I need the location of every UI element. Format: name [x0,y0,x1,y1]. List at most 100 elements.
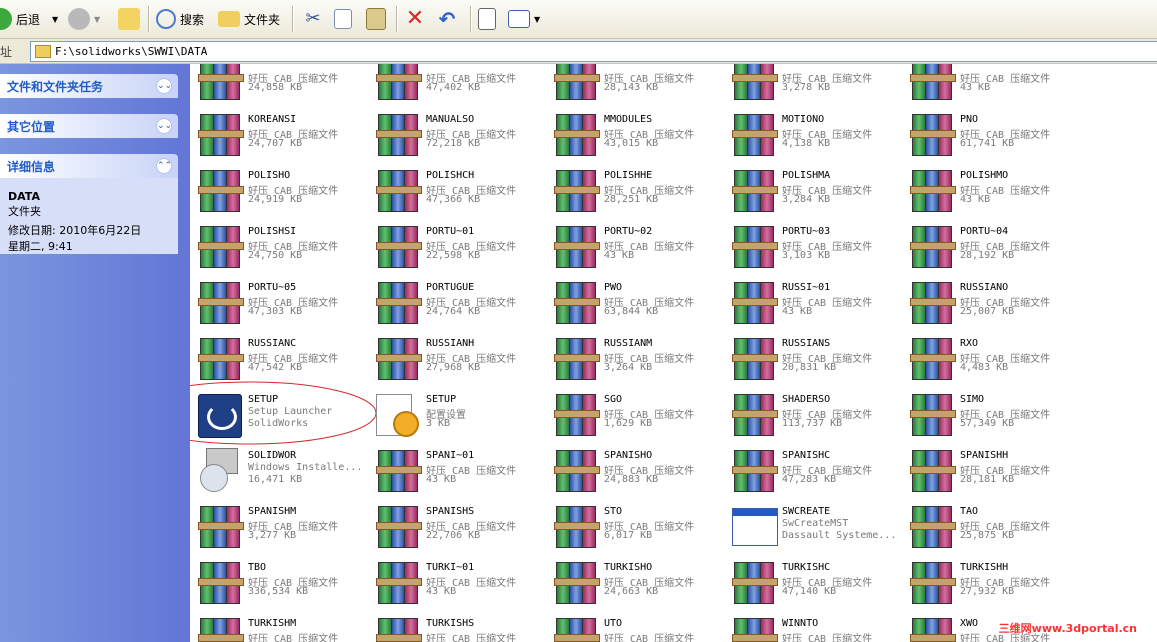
back-button[interactable]: 后退 ▼ [0,4,58,34]
separator [292,6,294,32]
file-type: Windows Installe... [248,462,363,473]
file-tile[interactable]: TURKISHM 好压 CAB 压缩文件 [190,612,368,642]
detail-time: 星期二, 9:41 [8,240,73,253]
file-tile[interactable]: 好压 CAB 压缩文件 24,858 KB [190,64,368,108]
search-icon [156,9,176,29]
file-size: 4,483 KB [960,362,1009,373]
file-tile[interactable]: SIMO 好压 CAB 压缩文件 57,349 KB [902,388,1080,444]
file-tile[interactable]: SHADERSO 好压 CAB 压缩文件 113,737 KB [724,388,902,444]
file-tile[interactable]: 好压 CAB 压缩文件 47,402 KB [368,64,546,108]
file-tile[interactable]: TURKISHS 好压 CAB 压缩文件 [368,612,546,642]
file-tile[interactable]: SPANISHM 好压 CAB 压缩文件 3,277 KB [190,500,368,556]
file-size: 24,883 KB [604,474,659,485]
file-tile[interactable]: POLISHMA 好压 CAB 压缩文件 3,284 KB [724,164,902,220]
file-type: SwCreateMST [782,518,849,529]
file-tile[interactable]: SWCREATE SwCreateMST Dassault Systeme... [724,500,902,556]
file-tile[interactable]: TURKISHC 好压 CAB 压缩文件 47,140 KB [724,556,902,612]
file-tile[interactable]: SPANISHS 好压 CAB 压缩文件 22,706 KB [368,500,546,556]
winrar-icon [732,64,778,102]
file-tile[interactable]: PORTU~03 好压 CAB 压缩文件 3,103 KB [724,220,902,276]
folders-button[interactable]: 文件夹 [218,4,280,34]
cut-button[interactable]: ✂ [302,4,324,34]
file-tile[interactable]: RUSSIANO 好压 CAB 压缩文件 25,007 KB [902,276,1080,332]
file-tile[interactable]: PORTU~05 好压 CAB 压缩文件 47,303 KB [190,276,368,332]
winrar-icon [376,168,422,214]
file-tile[interactable]: RUSSIANC 好压 CAB 压缩文件 47,542 KB [190,332,368,388]
file-type: 好压 CAB 压缩文件 [248,634,339,642]
file-tile[interactable]: MMODULES 好压 CAB 压缩文件 43,015 KB [546,108,724,164]
file-tile[interactable]: POLISHCH 好压 CAB 压缩文件 47,366 KB [368,164,546,220]
file-tile[interactable]: POLISHMO 好压 CAB 压缩文件 43 KB [902,164,1080,220]
dropdown-arrow-icon[interactable]: ▼ [94,15,100,24]
file-tile[interactable]: 好压 CAB 压缩文件 43 KB [902,64,1080,108]
file-tile[interactable]: UTO 好压 CAB 压缩文件 [546,612,724,642]
search-button[interactable]: 搜索 [156,4,204,34]
file-tile[interactable]: PORTU~04 好压 CAB 压缩文件 28,192 KB [902,220,1080,276]
file-name: SPANISHS [426,506,475,517]
file-tile[interactable]: MOTIONO 好压 CAB 压缩文件 4,138 KB [724,108,902,164]
file-tile[interactable]: SOLIDWOR Windows Installe... 16,471 KB [190,444,368,500]
file-tile[interactable]: PORTU~01 好压 CAB 压缩文件 22,598 KB [368,220,546,276]
file-tile[interactable]: PNO 好压 CAB 压缩文件 61,741 KB [902,108,1080,164]
file-tile[interactable]: SETUP 配置设置 3 KB [368,388,546,444]
file-tile[interactable]: 好压 CAB 压缩文件 28,143 KB [546,64,724,108]
dropdown-arrow-icon[interactable]: ▼ [534,15,540,24]
file-tile[interactable]: RXO 好压 CAB 压缩文件 4,483 KB [902,332,1080,388]
undo-button[interactable]: ↶ [436,4,458,34]
up-folder-button[interactable] [118,4,140,34]
address-bar: 址 F:\solidworks\SWWI\DATA [0,39,1157,64]
properties-button[interactable] [478,4,496,34]
file-tile[interactable]: RUSSIANM 好压 CAB 压缩文件 3,264 KB [546,332,724,388]
file-tile[interactable]: TBO 好压 CAB 压缩文件 336,534 KB [190,556,368,612]
file-tile[interactable]: SETUP Setup Launcher SolidWorks [190,388,368,444]
file-size: 43 KB [426,474,457,485]
file-tile[interactable]: KOREANSI 好压 CAB 压缩文件 24,707 KB [190,108,368,164]
file-name: SWCREATE [782,506,831,517]
dropdown-arrow-icon[interactable]: ▼ [52,15,58,24]
delete-button[interactable]: ✕ [404,4,426,34]
file-tile[interactable]: SPANISHC 好压 CAB 压缩文件 47,283 KB [724,444,902,500]
paste-button[interactable] [366,4,386,34]
views-button[interactable]: ▼ [508,4,540,34]
chevron-up-icon[interactable]: ⌃⌃ [156,158,172,174]
panel-details[interactable]: 详细信息 ⌃⌃ [0,154,178,178]
window-icon [732,504,778,550]
file-tile[interactable]: RUSSIANH 好压 CAB 压缩文件 27,968 KB [368,332,546,388]
file-tile[interactable]: RUSSI~01 好压 CAB 压缩文件 43 KB [724,276,902,332]
file-tile[interactable]: PORTU~02 好压 CAB 压缩文件 43 KB [546,220,724,276]
file-tile[interactable]: 好压 CAB 压缩文件 3,278 KB [724,64,902,108]
panel-other-places[interactable]: 其它位置 ⌄⌄ [0,114,178,138]
file-tile[interactable]: TURKISHH 好压 CAB 压缩文件 27,932 KB [902,556,1080,612]
file-tile[interactable]: SPANISHO 好压 CAB 压缩文件 24,883 KB [546,444,724,500]
file-tile[interactable]: TURKISHO 好压 CAB 压缩文件 24,663 KB [546,556,724,612]
file-name: RUSSI~01 [782,282,831,293]
file-tile[interactable]: PWO 好压 CAB 压缩文件 63,844 KB [546,276,724,332]
file-tile[interactable]: SPANISHH 好压 CAB 压缩文件 28,181 KB [902,444,1080,500]
file-tile[interactable]: WINNTO 好压 CAB 压缩文件 [724,612,902,642]
details-body: DATA 文件夹 修改日期: 2010年6月22日 星期二, 9:41 [0,178,178,254]
file-tile[interactable]: TURKI~01 好压 CAB 压缩文件 43 KB [368,556,546,612]
file-tile[interactable]: SGO 好压 CAB 压缩文件 1,629 KB [546,388,724,444]
file-name: RUSSIANM [604,338,653,349]
winrar-icon [910,112,956,158]
file-name: TURKISHO [604,562,653,573]
file-tile[interactable]: MANUALSO 好压 CAB 压缩文件 72,218 KB [368,108,546,164]
chevron-down-icon[interactable]: ⌄⌄ [156,78,172,94]
file-size: 24,750 KB [248,250,303,261]
file-tile[interactable]: POLISHSI 好压 CAB 压缩文件 24,750 KB [190,220,368,276]
file-tile[interactable]: POLISHO 好压 CAB 压缩文件 24,919 KB [190,164,368,220]
forward-button[interactable]: ▼ [68,4,100,34]
address-input[interactable]: F:\solidworks\SWWI\DATA [30,41,1157,62]
panel-file-folder-tasks[interactable]: 文件和文件夹任务 ⌄⌄ [0,74,178,98]
file-name: MMODULES [604,114,653,125]
file-tile[interactable]: SPANI~01 好压 CAB 压缩文件 43 KB [368,444,546,500]
chevron-down-icon[interactable]: ⌄⌄ [156,118,172,134]
file-tile[interactable]: RUSSIANS 好压 CAB 压缩文件 20,831 KB [724,332,902,388]
file-name: SPANISHC [782,450,831,461]
file-tile[interactable]: TAO 好压 CAB 压缩文件 25,875 KB [902,500,1080,556]
winrar-icon [198,168,244,214]
file-tile[interactable]: POLISHHE 好压 CAB 压缩文件 28,251 KB [546,164,724,220]
file-tile[interactable]: STO 好压 CAB 压缩文件 6,017 KB [546,500,724,556]
copy-button[interactable] [334,4,352,34]
file-tile[interactable]: PORTUGUE 好压 CAB 压缩文件 24,764 KB [368,276,546,332]
